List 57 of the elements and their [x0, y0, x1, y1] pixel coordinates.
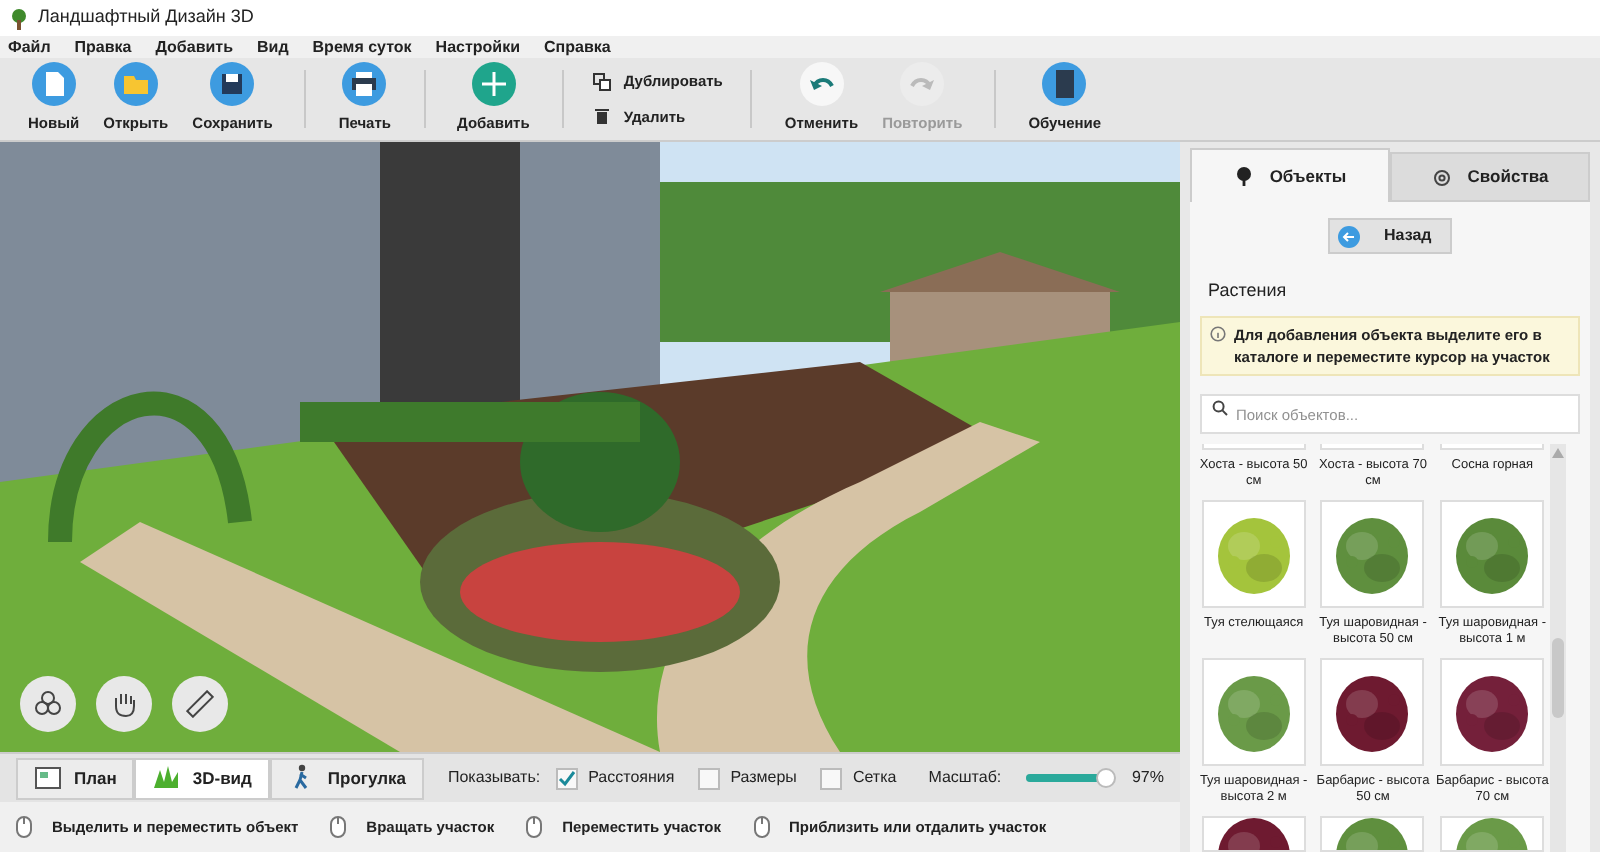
menu-item[interactable]: Настройки	[435, 35, 521, 59]
plus-icon	[471, 62, 516, 107]
scroll-thumb[interactable]	[1552, 637, 1564, 717]
checkbox-label: Размеры	[730, 766, 797, 790]
menu-item[interactable]: Время суток	[312, 35, 412, 59]
zoom-value: 97%	[1131, 766, 1164, 790]
panel-tab[interactable]: Свойства	[1390, 152, 1590, 202]
view-tab[interactable]: План	[16, 757, 135, 799]
tree-icon	[1233, 166, 1254, 186]
catalog-tile[interactable]	[1440, 499, 1545, 607]
catalog-tile[interactable]	[1320, 499, 1425, 607]
search-icon	[1212, 399, 1228, 415]
shapes-icon	[34, 690, 62, 718]
copy-icon	[591, 71, 612, 92]
info-icon	[1210, 325, 1226, 341]
floppy-disk-icon	[210, 62, 255, 107]
zoom-label: Масштаб:	[928, 766, 1002, 790]
catalog-tile[interactable]	[1201, 657, 1306, 765]
show-label: Показывать:	[447, 766, 541, 790]
plan-icon	[34, 764, 62, 792]
menu-item[interactable]: Правка	[74, 35, 132, 59]
section-title: Растения	[1206, 278, 1289, 304]
view-tab[interactable]: Прогулка	[269, 757, 424, 799]
catalog-tile[interactable]	[1320, 815, 1425, 851]
checkbox[interactable]	[820, 767, 843, 789]
app-icon	[8, 7, 30, 29]
mouse-icon	[330, 816, 347, 838]
window-title: Ландшафтный Дизайн 3D	[38, 4, 254, 31]
checkbox[interactable]	[698, 767, 721, 789]
mouse-icon	[16, 816, 32, 838]
catalog-tile[interactable]	[1201, 499, 1306, 607]
back-arrow-icon	[1338, 225, 1360, 247]
catalog-tile[interactable]	[1320, 657, 1425, 765]
settings-icon	[1431, 167, 1452, 187]
printer-icon	[342, 62, 387, 107]
folder-icon	[113, 62, 158, 107]
menu-item[interactable]: Вид	[257, 35, 289, 59]
mouse-icon	[526, 816, 543, 838]
checkbox[interactable]	[556, 767, 579, 789]
scrollbar[interactable]	[1550, 443, 1566, 852]
menu-item[interactable]: Справка	[544, 35, 611, 59]
checkbox-label: Сетка	[852, 766, 897, 790]
catalog-tile[interactable]	[1201, 815, 1306, 851]
ruler-icon	[186, 690, 214, 718]
view-tab[interactable]: 3D-вид	[134, 757, 270, 799]
hand-icon	[112, 690, 136, 718]
checkbox-label: Расстояния	[588, 766, 675, 790]
menu-item[interactable]: Добавить	[155, 35, 233, 59]
panel-tab[interactable]: Объекты	[1190, 148, 1390, 202]
menu-item[interactable]: Файл	[8, 35, 51, 59]
trash-icon	[591, 106, 612, 127]
document-icon	[31, 62, 76, 107]
grass-icon	[152, 764, 181, 792]
catalog-tile[interactable]	[1440, 815, 1545, 851]
mouse-icon	[753, 816, 770, 838]
catalog-tile[interactable]	[1440, 657, 1545, 765]
back-button[interactable]: Назад	[1328, 218, 1452, 254]
